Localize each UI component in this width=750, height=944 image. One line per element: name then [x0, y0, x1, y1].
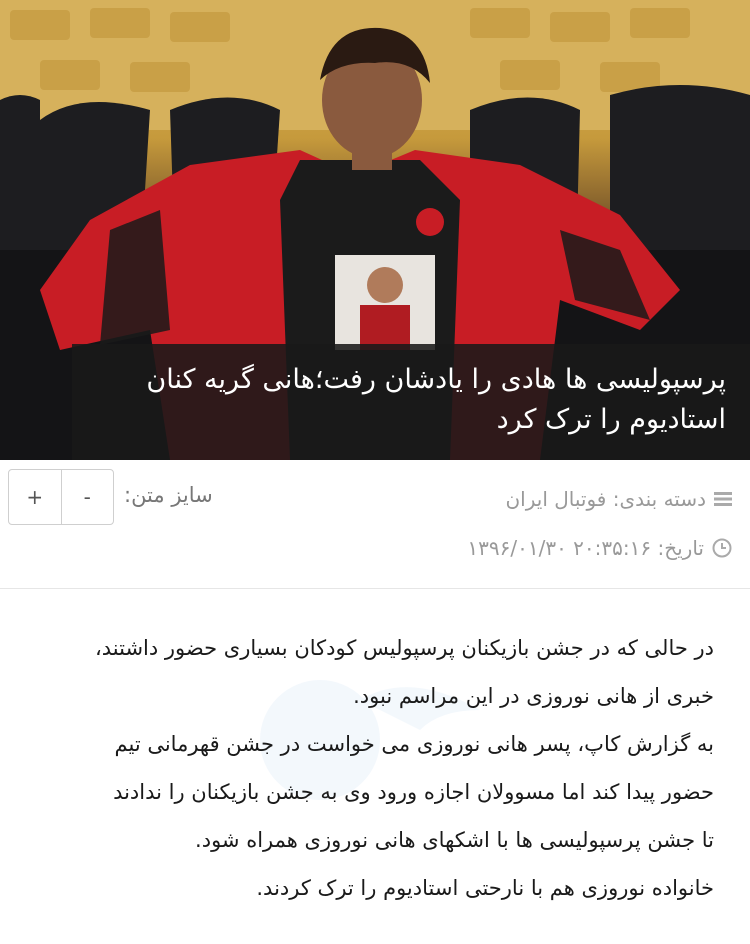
body-line: به گزارش کاپ، پسر هانی نوروزی می خواست د… [114, 732, 715, 756]
article-title-box: پرسپولیسی ها هادی را یادشان رفت؛هانی گری… [72, 344, 750, 460]
article-meta: + - سایز متن: دسته بندی: فوتبال ایران تا… [0, 460, 750, 589]
list-icon [714, 492, 732, 506]
article-title: پرسپولیسی ها هادی را یادشان رفت؛هانی گری… [146, 364, 726, 435]
body-line: خانواده نوروزی هم با نارحتی استادیوم را … [256, 876, 714, 900]
article-hero-image: پرسپولیسی ها هادی را یادشان رفت؛هانی گری… [0, 0, 750, 460]
publish-date: تاریخ: ۲۰:۳۵:۱۶ ۱۳۹۶/۰۱/۳۰ [467, 536, 704, 560]
body-line: تا جشن پرسپولیسی ها با اشکهای هانی نوروز… [195, 828, 714, 852]
body-line: حضور پیدا کند اما مسوولان اجازه ورود وی … [113, 780, 714, 804]
increase-text-size-button[interactable]: + [9, 470, 61, 524]
body-line: در حالی که در جشن بازیکنان پرسپولیس کودک… [94, 636, 714, 660]
category-link[interactable]: دسته بندی: فوتبال ایران [505, 487, 706, 511]
clock-icon [712, 538, 732, 558]
article-body: در حالی که در جشن بازیکنان پرسپولیس کودک… [24, 624, 714, 912]
decrease-text-size-button[interactable]: - [60, 470, 114, 524]
category-row: دسته بندی: فوتبال ایران [505, 487, 732, 511]
text-size-label: سایز متن: [124, 483, 213, 507]
date-row: تاریخ: ۲۰:۳۵:۱۶ ۱۳۹۶/۰۱/۳۰ [467, 536, 732, 560]
body-line: خبری از هانی نوروزی در این مراسم نبود. [353, 684, 714, 708]
text-size-control: + - [8, 469, 114, 525]
